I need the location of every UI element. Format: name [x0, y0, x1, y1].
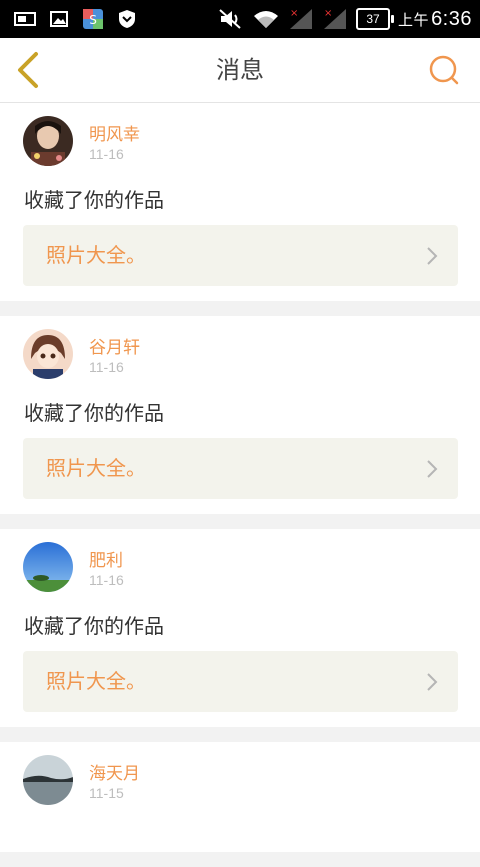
work-link[interactable]: 照片大全。 — [23, 651, 458, 712]
search-icon — [429, 55, 459, 85]
shield-icon — [118, 9, 136, 29]
work-title: 照片大全。 — [46, 669, 146, 693]
status-bar: S × × 37 上午 6:36 — [0, 0, 480, 38]
avatar[interactable] — [23, 329, 73, 379]
chevron-right-icon — [427, 460, 438, 478]
message-card: 谷月轩 11-16 收藏了你的作品 照片大全。 — [0, 316, 480, 514]
work-title: 照片大全。 — [46, 243, 146, 267]
page-title: 消息 — [216, 56, 264, 84]
am-pm-label: 上午 — [398, 11, 430, 29]
message-list: 明风幸 11-16 收藏了你的作品 照片大全。 谷月轩 11-16 收藏了你的作… — [0, 103, 480, 867]
avatar[interactable] — [23, 755, 73, 805]
chevron-right-icon — [427, 247, 438, 265]
time-label: 6:36 — [431, 7, 472, 30]
message-card: 明风幸 11-16 收藏了你的作品 照片大全。 — [0, 103, 480, 301]
message-date: 11-15 — [89, 785, 124, 801]
message-date: 11-16 — [89, 572, 124, 588]
work-link[interactable]: 照片大全。 — [23, 225, 458, 286]
message-date: 11-16 — [89, 146, 124, 162]
sender-name[interactable]: 谷月轩 — [89, 333, 140, 358]
battery-indicator: 37 — [356, 8, 395, 30]
mute-icon — [218, 8, 244, 30]
search-button[interactable] — [426, 52, 462, 88]
message-text: 收藏了你的作品 — [24, 401, 164, 425]
avatar[interactable] — [23, 116, 73, 166]
message-date: 11-16 — [89, 359, 124, 375]
work-link[interactable]: 照片大全。 — [23, 438, 458, 499]
app-header: 消息 — [0, 38, 480, 103]
message-text: 收藏了你的作品 — [24, 188, 164, 212]
work-title: 照片大全。 — [46, 456, 146, 480]
chevron-right-icon — [427, 673, 438, 691]
sender-name[interactable]: 海天月 — [89, 759, 140, 784]
sender-name[interactable]: 明风幸 — [89, 120, 140, 145]
gallery-icon — [50, 11, 68, 27]
svg-text:×: × — [324, 8, 332, 19]
screen-icon — [14, 11, 36, 27]
app-notification-icon: S — [82, 8, 104, 30]
message-card: 肥利 11-16 收藏了你的作品 照片大全。 — [0, 529, 480, 727]
svg-text:×: × — [290, 8, 298, 19]
message-text: 收藏了你的作品 — [24, 614, 164, 638]
avatar[interactable] — [23, 542, 73, 592]
wifi-icon — [252, 8, 280, 30]
signal-2-icon: × — [322, 7, 348, 31]
sender-name[interactable]: 肥利 — [89, 546, 123, 571]
message-card: 海天月 11-15 — [0, 742, 480, 852]
signal-1-icon: × — [288, 7, 314, 31]
clock: 上午 6:36 — [398, 8, 472, 31]
svg-text:S: S — [89, 13, 97, 27]
